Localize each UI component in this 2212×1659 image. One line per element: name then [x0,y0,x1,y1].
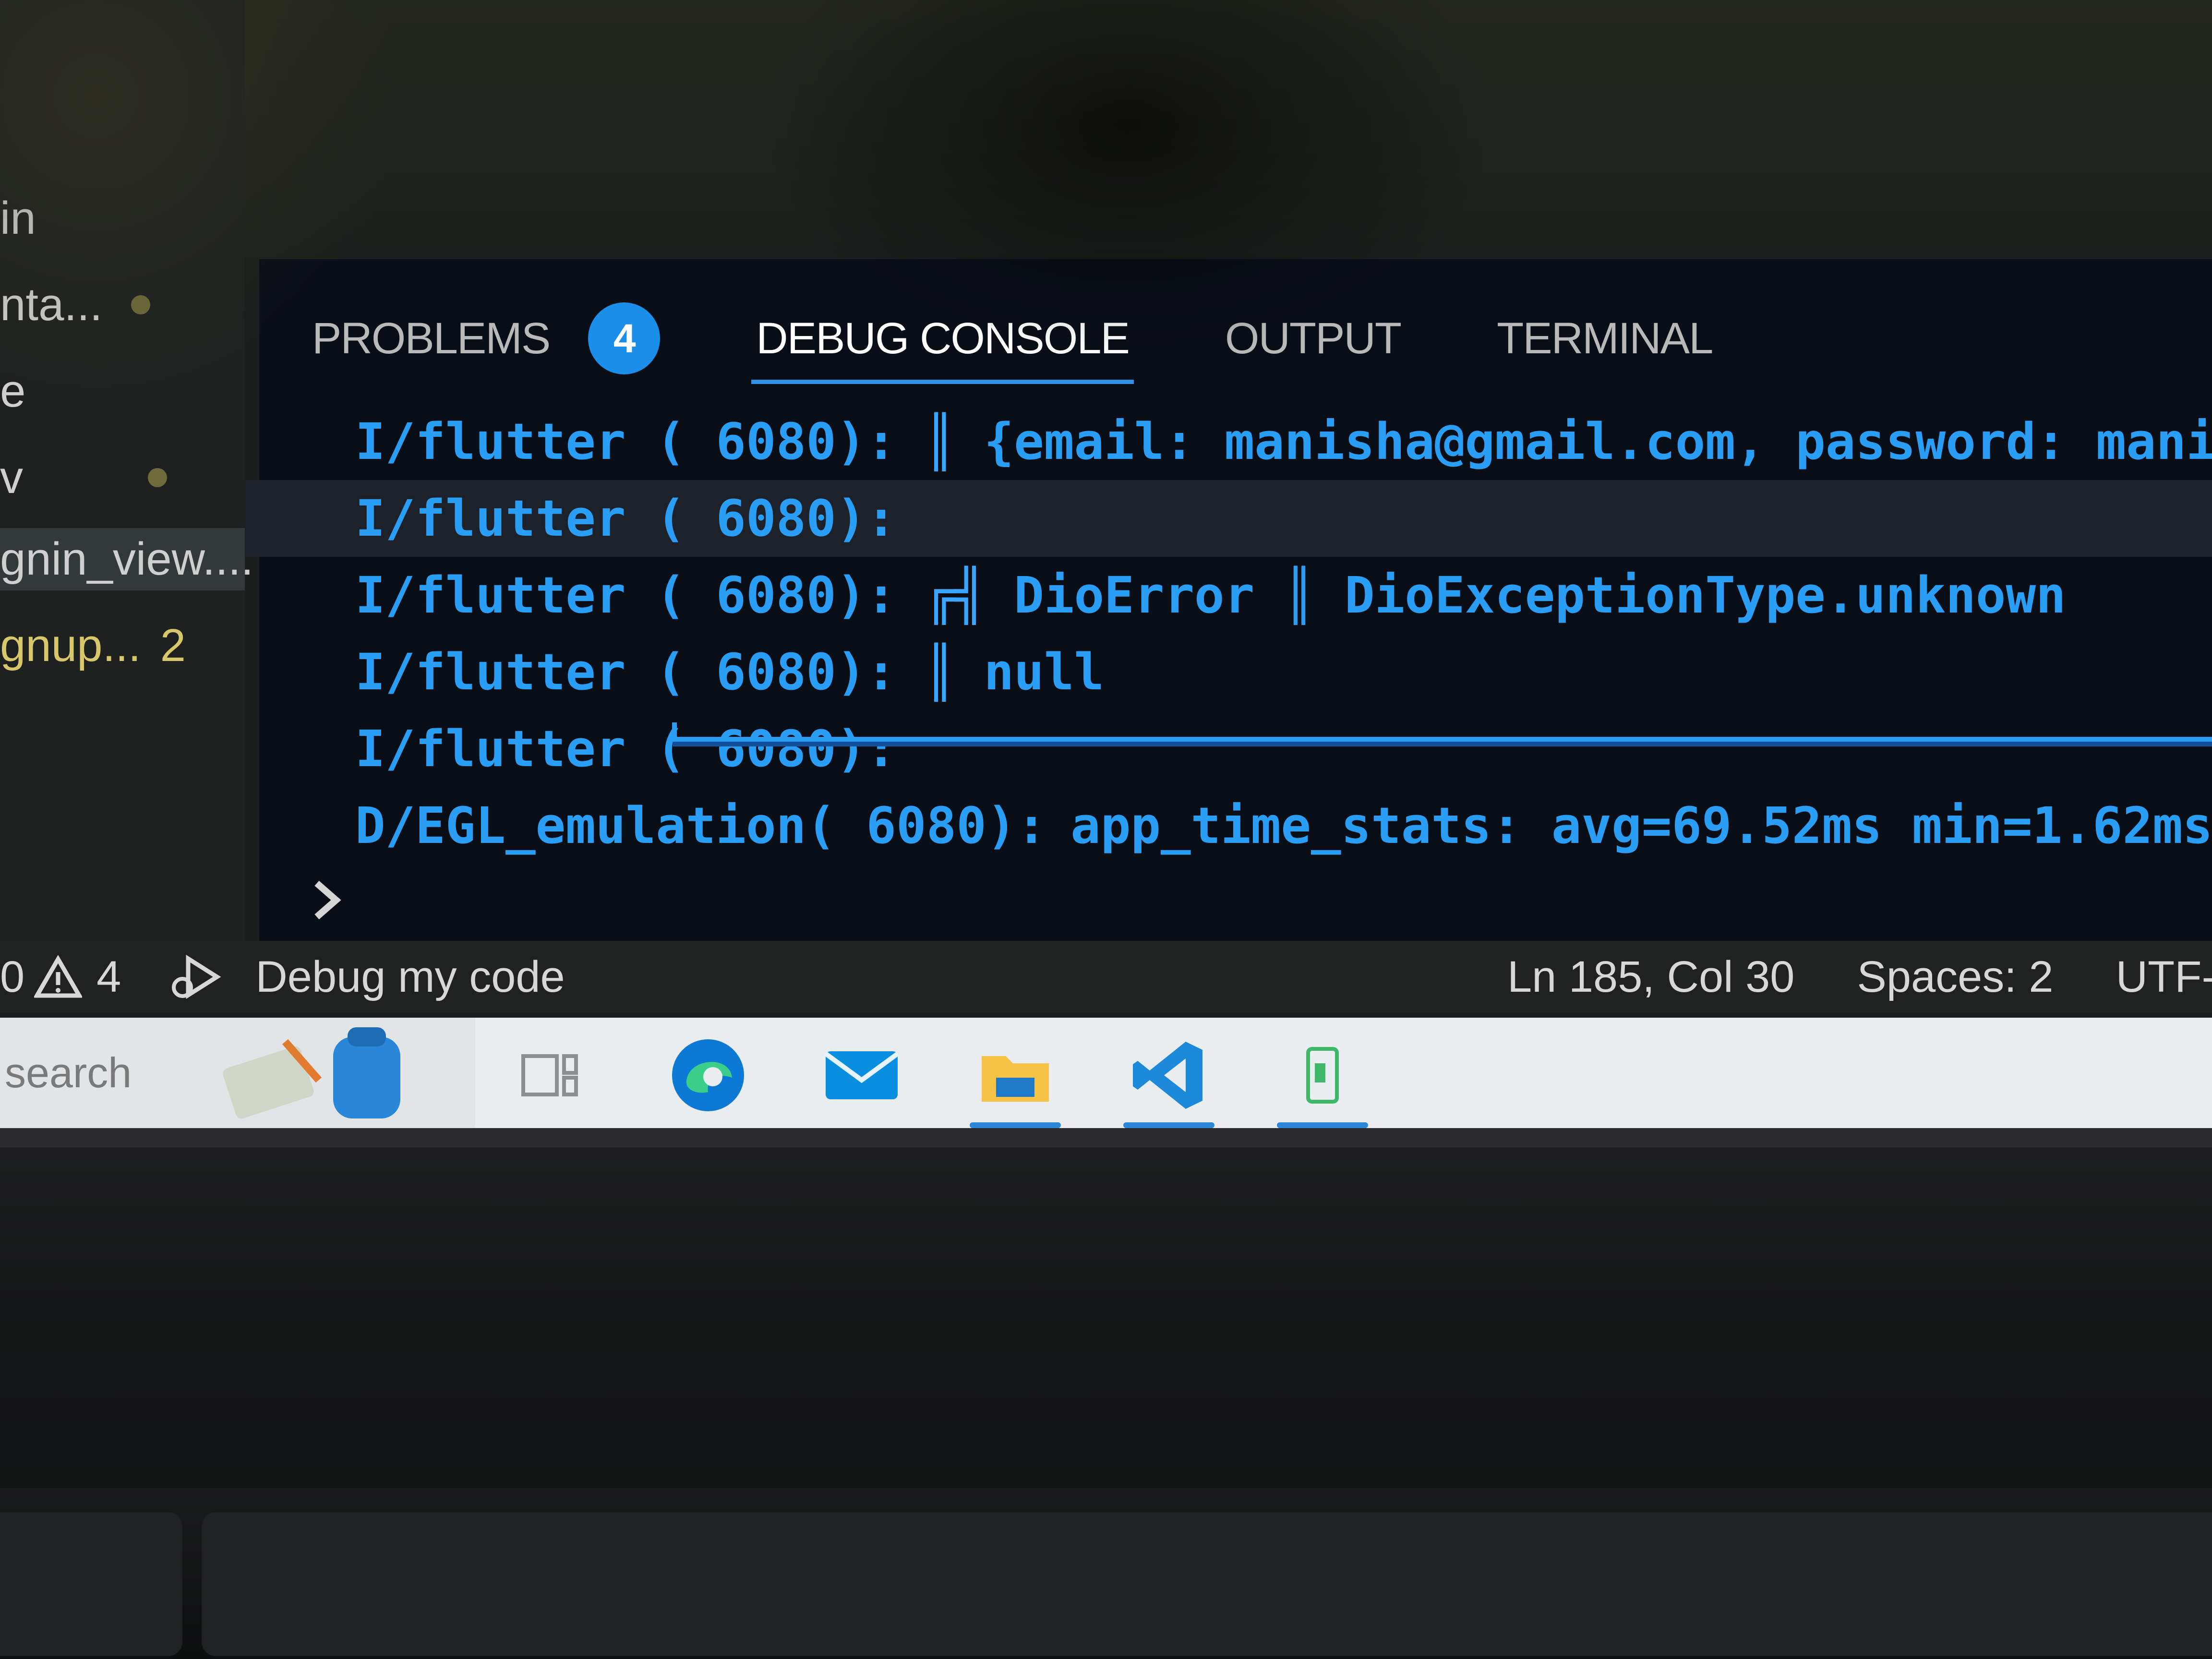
console-line-message: DioError ║ DioExceptionType.unknown [1014,566,2066,625]
status-bar-right: Ln 185, Col 30 Spaces: 2 UTF-8 [1507,941,2212,1013]
console-line: I/flutter ( 6080): [355,710,896,787]
search-placeholder: search [5,1049,132,1096]
explorer-item-label: v [0,452,23,503]
explorer-item-label: gnin_view.... [0,533,254,585]
console-input-prompt[interactable] [302,874,350,926]
error-count: 0 [0,952,25,1001]
explorer-item[interactable]: gnup... 2 [0,614,186,677]
console-line-box: ║ [925,643,955,701]
modified-dot-icon [148,468,167,487]
mail-button[interactable] [806,1032,917,1118]
file-explorer-button[interactable] [960,1032,1070,1128]
keyboard-key [202,1512,2212,1656]
console-line-message: app_time_stats: avg=69.52ms min=1.62ms [1070,796,2212,855]
explorer-item[interactable]: nta... [0,274,151,336]
laptop-screen: in nta... e v gnin_view.... gnup... 2 PR… [0,0,2212,1147]
problem-count: 2 [160,620,186,671]
problems-badge: 4 [588,302,661,374]
tab-label: OUTPUT [1225,313,1402,363]
taskbar-search[interactable]: search [0,1018,475,1128]
console-line-message: null [984,643,1105,701]
explorer-sidebar: in nta... e v gnin_view.... gnup... 2 [0,0,253,941]
debug-run-icon [172,954,221,999]
tab-terminal[interactable]: TERMINAL [1497,288,1713,389]
emulator-button[interactable] [1267,1032,1378,1128]
explorer-item-label: in [0,192,36,244]
vscode-button[interactable] [1114,1032,1224,1128]
console-line-prefix: I/flutter ( 6080): [355,489,897,548]
file-explorer-icon [982,1056,1049,1102]
explorer-item-label: e [0,365,26,417]
task-view-icon [521,1054,578,1096]
warning-icon [34,955,83,998]
console-line-highlighted: I/flutter ( 6080): [245,480,2212,557]
search-highlight-icon [223,1027,401,1119]
console-line: I/flutter ( 6080): ╔╣ DioError ║ DioExce… [355,557,2066,634]
explorer-item-label: gnup... [0,620,141,671]
explorer-item[interactable]: in [0,187,36,250]
console-line-prefix: D/EGL_emulation( 6080): [355,796,1047,855]
edge-icon [672,1039,744,1111]
panel-tabs: PROBLEMS 4 DEBUG CONSOLE OUTPUT TERMINAL [312,288,1808,389]
android-emulator-icon [1306,1047,1339,1104]
debug-console-output: I/flutter ( 6080): ║ {email: manisha@gma… [245,403,2212,874]
box-border-bottom [672,722,2212,742]
console-line-prefix: I/flutter ( 6080): [355,566,897,625]
status-bar-left: 0 4 Debug my code [0,941,565,1013]
console-line-box: ║ [925,412,955,471]
explorer-item-label: nta... [0,279,103,330]
edge-button[interactable] [653,1032,763,1118]
cursor-position[interactable]: Ln 185, Col 30 [1507,952,1794,1002]
tab-label: TERMINAL [1497,313,1713,363]
console-line-prefix: I/flutter ( 6080): [355,412,897,471]
tab-problems[interactable]: PROBLEMS 4 [312,288,661,389]
encoding[interactable]: UTF-8 [2116,952,2212,1002]
tab-label: DEBUG CONSOLE [756,313,1130,363]
problems-indicator[interactable]: 0 4 [0,952,121,1002]
task-view-button[interactable] [494,1032,605,1118]
tab-debug-console[interactable]: DEBUG CONSOLE [751,288,1134,389]
warning-count: 4 [96,952,121,1001]
debug-label: Debug my code [255,952,565,1001]
editor-area [0,0,2212,259]
tab-output[interactable]: OUTPUT [1225,288,1402,389]
explorer-item-selected[interactable]: gnin_view.... [0,528,253,590]
console-line: D/EGL_emulation( 6080): app_time_stats: … [355,787,2212,864]
explorer-item[interactable]: v [0,446,167,509]
console-line-message: {email: manisha@gmail.com, password: man… [984,412,2212,471]
console-line: I/flutter ( 6080): ║ null [355,634,1104,710]
keyboard-key [0,1512,182,1656]
console-line-prefix: I/flutter ( 6080): [355,643,897,701]
tab-label: PROBLEMS [312,313,551,363]
indentation[interactable]: Spaces: 2 [1857,952,2053,1002]
chevron-right-icon [314,880,341,920]
console-line-box: ╔╣ [925,566,986,625]
explorer-item[interactable]: e [0,360,25,422]
modified-dot-icon [131,295,151,314]
vscode-icon [1133,1042,1202,1109]
mail-icon [824,1051,899,1099]
console-line: I/flutter ( 6080): ║ {email: manisha@gma… [355,403,2212,480]
debug-launcher[interactable]: Debug my code [169,952,565,1002]
